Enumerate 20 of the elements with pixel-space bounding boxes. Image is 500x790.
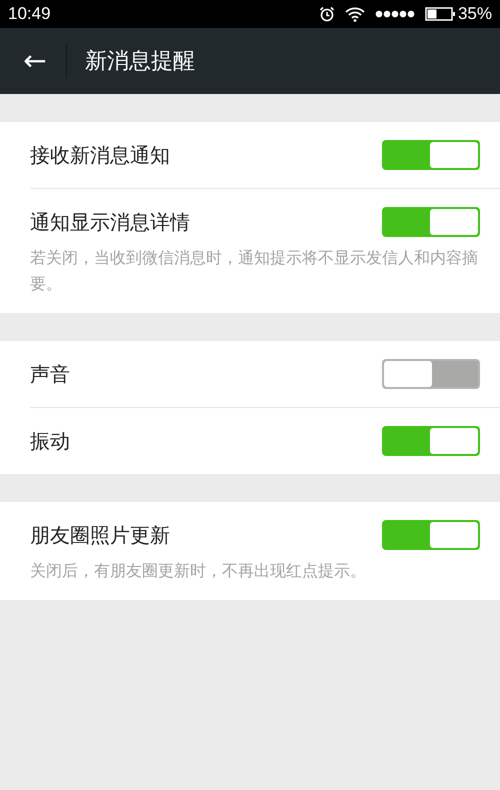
setting-label: 振动 xyxy=(30,428,70,454)
battery-icon xyxy=(424,7,455,21)
alarm-clock-icon xyxy=(318,6,335,22)
toggle-switch[interactable] xyxy=(382,520,480,550)
page-title: 新消息提醒 xyxy=(85,48,195,76)
toggle-switch[interactable] xyxy=(382,359,480,389)
toggle-switch[interactable] xyxy=(382,426,480,456)
setting-label: 通知显示消息详情 xyxy=(30,208,190,236)
battery-percent: 35% xyxy=(458,4,492,24)
toggle-switch[interactable] xyxy=(382,207,480,237)
setting-hint: 若关闭，当收到微信消息时，通知提示将不显示发信人和内容摘要。 xyxy=(30,247,479,295)
setting-label: 声音 xyxy=(30,360,70,388)
wifi-icon xyxy=(344,6,365,22)
setting-hint: 关闭后，有朋友圈更新时，不再出现红点提示。 xyxy=(30,560,367,582)
toggle-switch[interactable] xyxy=(382,140,480,170)
setting-label: 接收新消息通知 xyxy=(30,142,170,168)
clock-time: 10:49 xyxy=(8,4,51,24)
setting-label: 朋友圈照片更新 xyxy=(30,522,170,548)
signal-icon xyxy=(374,10,415,18)
back-button[interactable]: ← xyxy=(20,47,50,75)
